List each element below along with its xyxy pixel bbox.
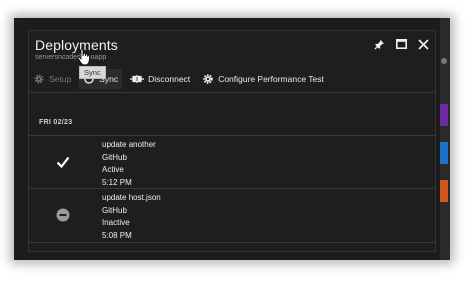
maximize-icon[interactable] [395,38,407,50]
hand-cursor-icon [77,48,90,66]
deployment-message: update another [102,140,156,149]
background-tile-orange [440,180,448,202]
deployment-info: update host.json GitHub Inactive 5:08 PM [102,192,161,242]
configure-performance-test-label: Configure Performance Test [218,74,324,84]
background-tile-blue [440,142,448,164]
background-indicator [441,58,447,64]
list-item[interactable]: update another GitHub Active 5:12 PM [29,136,435,189]
disconnect-button[interactable]: Disconnect [130,69,190,89]
pin-icon[interactable] [373,38,385,50]
sync-tooltip: Sync [79,66,106,79]
close-icon[interactable] [417,38,429,50]
setup-button[interactable]: Setup [33,69,71,89]
deployment-source: GitHub [102,205,127,215]
deployment-info: update another GitHub Active 5:12 PM [102,139,156,189]
minus-circle-icon [56,208,70,222]
deployment-status: Inactive [102,218,130,227]
background-tile-purple [440,104,448,126]
list-item[interactable]: update host.json GitHub Inactive 5:08 PM [29,189,435,242]
row-divider [29,242,435,243]
gear-icon [33,73,45,85]
checkmark-icon [56,156,70,169]
gear-icon [202,73,214,85]
blade-subtitle: serversncodedemoapp [35,54,107,61]
deployment-message: update host.json [102,193,161,202]
disconnect-label: Disconnect [148,74,191,84]
header-divider [29,92,435,93]
configure-performance-test-button[interactable]: Configure Performance Test [202,69,324,89]
window-controls [373,38,429,50]
setup-label: Setup [49,74,72,84]
date-group-header: FRI 02/23 [39,119,73,126]
deployment-status: Active [102,165,124,174]
portal-background-strip [440,18,450,260]
deployment-time: 5:08 PM [102,230,132,240]
deployment-source: GitHub [102,152,127,162]
disconnect-icon [130,73,145,85]
